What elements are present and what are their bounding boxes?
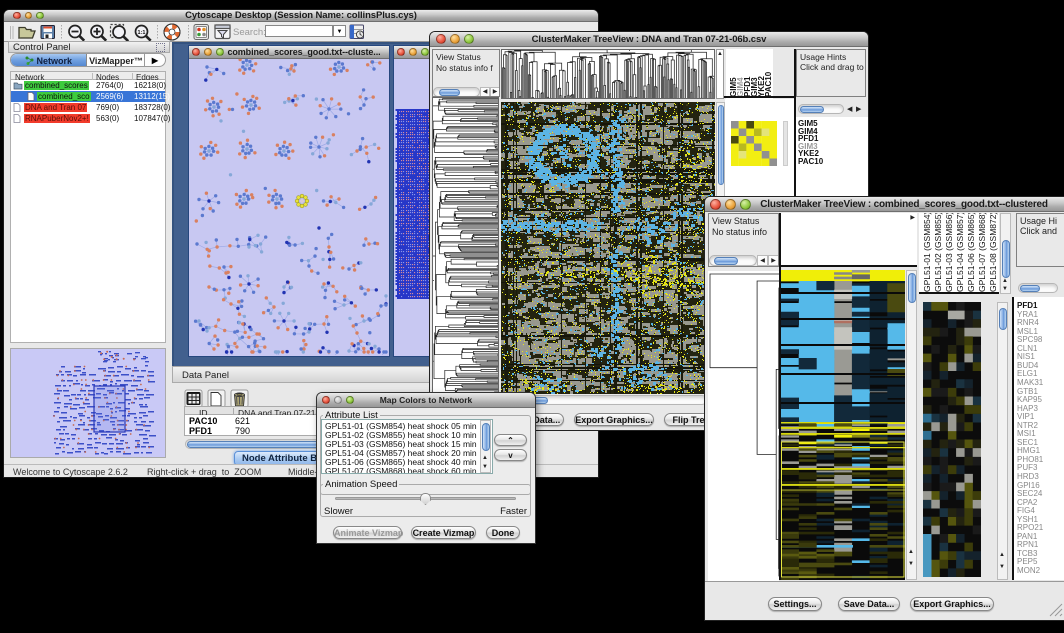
svg-text:1:1: 1:1	[138, 30, 146, 36]
